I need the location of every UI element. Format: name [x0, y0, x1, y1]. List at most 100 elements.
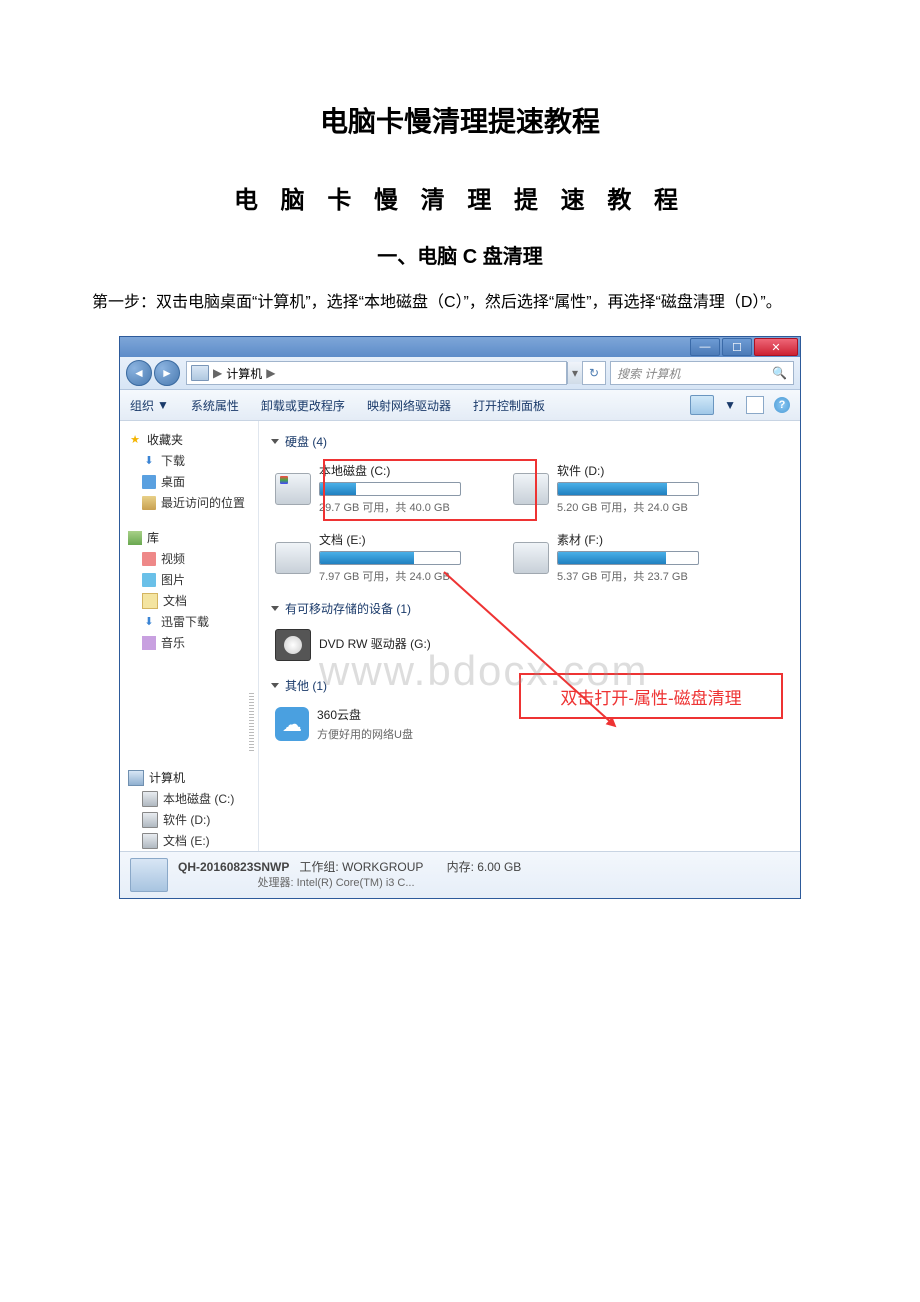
details-workgroup: WORKGROUP	[342, 860, 423, 874]
crumb-sep-icon: ▶	[213, 366, 222, 380]
drive-label: 文档 (E:)	[319, 531, 485, 548]
nav-computer[interactable]: 计算机	[124, 767, 254, 788]
document-icon	[142, 593, 158, 609]
resize-grip[interactable]	[249, 693, 254, 753]
drive-icon	[513, 542, 549, 574]
drive-icon	[142, 833, 158, 849]
drive-dvd[interactable]: DVD RW 驱动器 (G:)	[271, 625, 489, 665]
address-bar: ◄ ► ▶ 计算机 ▶ ▾ ↻ 搜索 计算机 🔍	[120, 357, 800, 390]
preview-pane-icon[interactable]	[746, 396, 764, 414]
refresh-button[interactable]: ↻	[582, 361, 606, 385]
maximize-button[interactable]: ☐	[722, 338, 752, 356]
explorer-screenshot: — ☐ ✕ ◄ ► ▶ 计算机 ▶ ▾ ↻ 搜索 计算机 🔍	[119, 336, 801, 899]
download-icon: ⬇	[142, 615, 156, 629]
triangle-icon	[271, 606, 279, 611]
nav-music[interactable]: 音乐	[138, 632, 254, 653]
drive-icon	[142, 812, 158, 828]
drive-capacity-text: 5.20 GB 可用，共 24.0 GB	[557, 499, 723, 515]
drive-subtitle: 方便好用的网络U盘	[317, 726, 485, 742]
crumb-sep-icon: ▶	[266, 366, 275, 380]
nav-recent[interactable]: 最近访问的位置	[138, 492, 254, 513]
crumb-dropdown[interactable]: ▾	[567, 362, 582, 384]
nav-documents[interactable]: 文档	[138, 590, 254, 611]
breadcrumb[interactable]: ▶ 计算机 ▶	[186, 361, 567, 385]
navigation-pane: ★收藏夹 ⬇下载 桌面 最近访问的位置 库 视频 图片 文档 ⬇迅雷下载 音乐	[120, 421, 259, 851]
chevron-down-icon: ▼	[157, 398, 169, 412]
triangle-icon	[271, 683, 279, 688]
drive-capacity-bar	[557, 482, 699, 496]
search-input[interactable]: 搜索 计算机 🔍	[610, 361, 794, 385]
star-icon: ★	[128, 433, 142, 447]
minimize-button[interactable]: —	[690, 338, 720, 356]
library-icon	[128, 531, 142, 545]
nav-videos[interactable]: 视频	[138, 548, 254, 569]
nav-libraries[interactable]: 库	[124, 527, 254, 548]
back-button[interactable]: ◄	[126, 360, 152, 386]
drive-icon	[275, 473, 311, 505]
nav-xunlei[interactable]: ⬇迅雷下载	[138, 611, 254, 632]
drive-d[interactable]: 软件 (D:) 5.20 GB 可用，共 24.0 GB	[509, 458, 727, 519]
window-titlebar: — ☐ ✕	[120, 337, 800, 357]
computer-icon	[130, 858, 168, 892]
drive-capacity-bar	[319, 551, 461, 565]
desktop-icon	[142, 475, 156, 489]
drive-icon	[275, 542, 311, 574]
drive-cloud[interactable]: ☁ 360云盘 方便好用的网络U盘	[271, 702, 489, 746]
drive-capacity-text: 7.97 GB 可用，共 24.0 GB	[319, 568, 485, 584]
main-pane: 硬盘 (4) 本地磁盘 (C:) 29.7 GB 可用，共 40.0 GB	[259, 421, 800, 851]
crumb-computer[interactable]: 计算机	[226, 365, 262, 382]
drive-e[interactable]: 文档 (E:) 7.97 GB 可用，共 24.0 GB	[271, 527, 489, 588]
nav-drive-d[interactable]: 软件 (D:)	[138, 809, 254, 830]
annotation-callout: 双击打开-属性-磁盘清理	[519, 673, 783, 719]
music-icon	[142, 636, 156, 650]
close-button[interactable]: ✕	[754, 338, 798, 356]
annotation-highlight-box	[323, 459, 537, 521]
drive-f[interactable]: 素材 (F:) 5.37 GB 可用，共 23.7 GB	[509, 527, 727, 588]
nav-desktop[interactable]: 桌面	[138, 471, 254, 492]
view-icon[interactable]	[690, 395, 714, 415]
details-cpu: Intel(R) Core(TM) i3 C...	[297, 877, 415, 889]
control-panel-button[interactable]: 打开控制面板	[473, 397, 545, 414]
download-icon: ⬇	[142, 454, 156, 468]
sys-properties-button[interactable]: 系统属性	[191, 397, 239, 414]
cloud-icon: ☁	[275, 707, 309, 741]
drive-icon	[142, 791, 158, 807]
computer-icon	[128, 770, 144, 786]
map-drive-button[interactable]: 映射网络驱动器	[367, 397, 451, 414]
document-subtitle: 电 脑 卡 慢 清 理 提 速 教 程	[60, 180, 860, 215]
search-icon: 🔍	[772, 366, 787, 380]
help-icon[interactable]: ?	[774, 397, 790, 413]
details-name: QH-20160823SNWP	[178, 860, 289, 874]
uninstall-button[interactable]: 卸载或更改程序	[261, 397, 345, 414]
category-hdd[interactable]: 硬盘 (4)	[271, 433, 788, 450]
forward-button[interactable]: ►	[154, 360, 180, 386]
nav-downloads[interactable]: ⬇下载	[138, 450, 254, 471]
details-mem: 6.00 GB	[477, 860, 521, 874]
category-removable[interactable]: 有可移动存储的设备 (1)	[271, 600, 788, 617]
document-title: 电脑卡慢清理提速教程	[60, 100, 860, 140]
section-heading: 一、电脑 C 盘清理	[60, 240, 860, 269]
details-mem-label: 内存:	[447, 860, 474, 874]
search-placeholder: 搜索 计算机	[617, 365, 680, 382]
recent-icon	[142, 496, 156, 510]
details-workgroup-label: 工作组:	[299, 860, 338, 874]
nav-drive-c[interactable]: 本地磁盘 (C:)	[138, 788, 254, 809]
details-pane: QH-20160823SNWP 工作组: WORKGROUP 内存: 6.00 …	[120, 851, 800, 898]
chevron-down-icon[interactable]: ▼	[724, 398, 736, 412]
dvd-icon	[275, 629, 311, 661]
step-paragraph: 第一步：双击电脑桌面“计算机”，选择“本地磁盘（C）”，然后选择“属性”，再选择…	[60, 289, 860, 316]
nav-pictures[interactable]: 图片	[138, 569, 254, 590]
toolbar: 组织 ▼ 系统属性 卸载或更改程序 映射网络驱动器 打开控制面板 ▼ ?	[120, 390, 800, 421]
video-icon	[142, 552, 156, 566]
computer-icon	[191, 365, 209, 381]
organize-menu[interactable]: 组织 ▼	[130, 397, 169, 414]
details-cpu-label: 处理器:	[257, 877, 293, 889]
triangle-icon	[271, 439, 279, 444]
drive-label: DVD RW 驱动器 (G:)	[319, 635, 485, 652]
nav-drive-e[interactable]: 文档 (E:)	[138, 830, 254, 851]
drive-capacity-bar	[557, 551, 699, 565]
drive-label: 360云盘	[317, 706, 485, 723]
drive-capacity-text: 5.37 GB 可用，共 23.7 GB	[557, 568, 723, 584]
drive-label: 素材 (F:)	[557, 531, 723, 548]
nav-favorites[interactable]: ★收藏夹	[124, 429, 254, 450]
